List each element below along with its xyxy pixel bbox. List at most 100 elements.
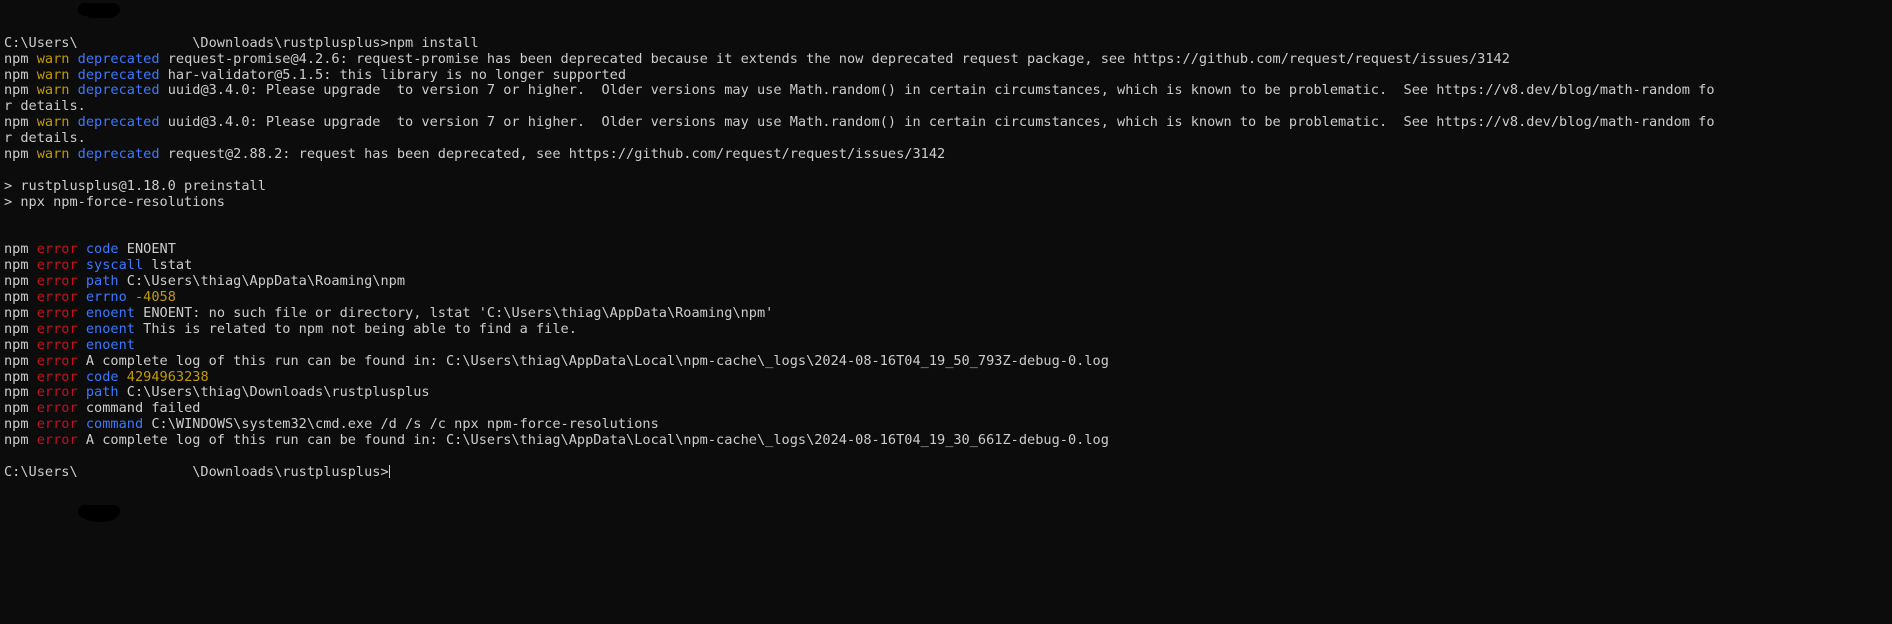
line-segment: error [36,432,86,449]
line-segment: path [85,273,127,290]
line-segment: warn [36,82,78,99]
line-segment: npm [4,50,37,67]
terminal-line-warn-har-validator: npm warn deprecated har-validator@5.1.5:… [4,66,1892,84]
line-segment: command failed [85,400,201,417]
terminal-line-error-code-4294963238: npm error code 4294963238 [4,368,1892,386]
line-segment: -4058 [134,289,176,306]
line-segment: error [36,273,86,290]
line-segment: npm [4,432,37,449]
terminal-line-final-prompt: C:\Users\ \Downloads\rustplusplus> [4,463,1892,481]
line-segment: npm [4,289,37,306]
line-segment: har-validator@5.1.5: this library is no … [167,66,627,83]
redaction-blob-prompt-top-2 [86,7,116,18]
line-segment: code [85,241,127,258]
line-segment: error [36,400,86,417]
line-segment: npm [4,416,37,433]
line-segment: error [36,336,86,353]
line-segment: ENOENT [126,241,176,258]
line-segment: error [36,257,86,274]
line-segment: npm [4,66,37,83]
line-segment: > npx npm-force-resolutions [4,193,225,210]
terminal-line-error-command: npm error command C:\WINDOWS\system32\cm… [4,416,1892,433]
line-segment: npm [4,336,37,353]
line-segment: npm [4,400,37,417]
line-segment: C:\WINDOWS\system32\cmd.exe /d /s /c npx… [151,416,659,433]
terminal-line-blank-2 [4,211,1892,227]
line-segment: npm [4,82,37,99]
terminal-line-blank-3 [4,227,1892,243]
line-segment: warn [36,50,78,67]
line-segment: error [36,352,86,369]
text-cursor [388,464,390,478]
terminal-line-warn-uuid-1: npm warn deprecated uuid@3.4.0: Please u… [4,83,1892,99]
terminal-line-error-log-2: npm error A complete log of this run can… [4,432,1892,449]
line-segment: C:\Users\ [4,463,78,480]
line-segment [78,464,193,480]
line-segment: error [36,320,86,337]
line-segment: lstat [151,257,193,274]
line-segment: A complete log of this run can be found … [85,432,1109,449]
line-segment: deprecated [77,66,168,83]
line-segment: A complete log of this run can be found … [85,352,1109,369]
line-segment: error [36,241,86,258]
line-segment: uuid@3.4.0: Please upgrade to version 7 … [167,114,1715,131]
line-segment: deprecated [77,50,168,67]
line-segment: error [36,289,86,306]
line-segment: npm [4,257,37,274]
line-segment: uuid@3.4.0: Please upgrade to version 7 … [167,82,1715,99]
line-segment: enoent [85,304,144,321]
line-segment: request-promise@4.2.6: request-promise h… [167,50,1510,67]
line-segment: npm [4,352,37,369]
line-segment: syscall [85,257,152,274]
terminal-line-script-preinstall: > rustplusplus@1.18.0 preinstall [4,177,1892,195]
line-segment: r details. [4,98,86,115]
line-segment: enoent [85,320,144,337]
terminal-line-warn-uuid-2: npm warn deprecated uuid@3.4.0: Please u… [4,114,1892,131]
line-segment: ENOENT: no such file or directory, lstat… [143,304,774,321]
line-segment: warn [36,66,78,83]
line-segment: npm [4,368,37,385]
line-segment: code [85,368,127,385]
line-segment: command [85,416,152,433]
terminal-line-blank-1 [4,163,1892,179]
line-segment: > rustplusplus@1.18.0 preinstall [4,177,266,194]
line-segment: \Downloads\rustplusplus>npm install [192,34,479,51]
line-segment: error [36,384,86,401]
line-segment: C:\Users\thiag\Downloads\rustplusplus [126,384,430,401]
terminal-line-blank-4 [4,449,1892,465]
terminal-line-error-path-roaming: npm error path C:\Users\thiag\AppData\Ro… [4,273,1892,290]
terminal-line-warn-uuid-1-wrap: r details. [4,98,1892,115]
line-segment: enoent [85,336,135,353]
terminal-line-error-log-1: npm error A complete log of this run can… [4,352,1892,370]
line-segment [78,35,193,51]
line-segment: C:\Users\ [4,34,78,51]
terminal-window[interactable]: C:\Users\ \Downloads\rustplusplus>npm in… [0,0,1892,547]
line-segment: npm [4,304,37,321]
line-segment: npm [4,241,37,258]
terminal-line-warn-request: npm warn deprecated request@2.88.2: requ… [4,146,1892,163]
line-segment: C:\Users\thiag\AppData\Roaming\npm [126,273,406,290]
terminal-line-error-syscall: npm error syscall lstat [4,257,1892,274]
terminal-line-error-errno: npm error errno -4058 [4,289,1892,306]
line-segment: error [36,368,86,385]
line-segment: This is related to npm not being able to… [143,320,577,337]
line-segment: path [85,384,127,401]
terminal-line-error-enoent-related: npm error enoent This is related to npm … [4,320,1892,338]
redaction-blob-prompt-bottom-3 [90,513,110,522]
line-segment: npm [4,273,37,290]
line-segment: error [36,416,86,433]
line-segment: r details. [4,130,86,147]
line-segment: warn [36,146,78,163]
line-segment: npm [4,114,37,131]
line-segment: errno [85,289,135,306]
line-segment: deprecated [77,114,168,131]
terminal-line-error-command-failed: npm error command failed [4,400,1892,417]
line-segment: npm [4,146,37,163]
line-segment: npm [4,384,37,401]
line-segment: npm [4,320,37,337]
terminal-line-prompt-command: C:\Users\ \Downloads\rustplusplus>npm in… [4,34,1892,52]
terminal-line-warn-uuid-2-wrap: r details. [4,130,1892,147]
terminal-line-error-path-downloads: npm error path C:\Users\thiag\Downloads\… [4,384,1892,401]
line-segment: request@2.88.2: request has been depreca… [167,146,946,163]
line-segment: deprecated [77,82,168,99]
